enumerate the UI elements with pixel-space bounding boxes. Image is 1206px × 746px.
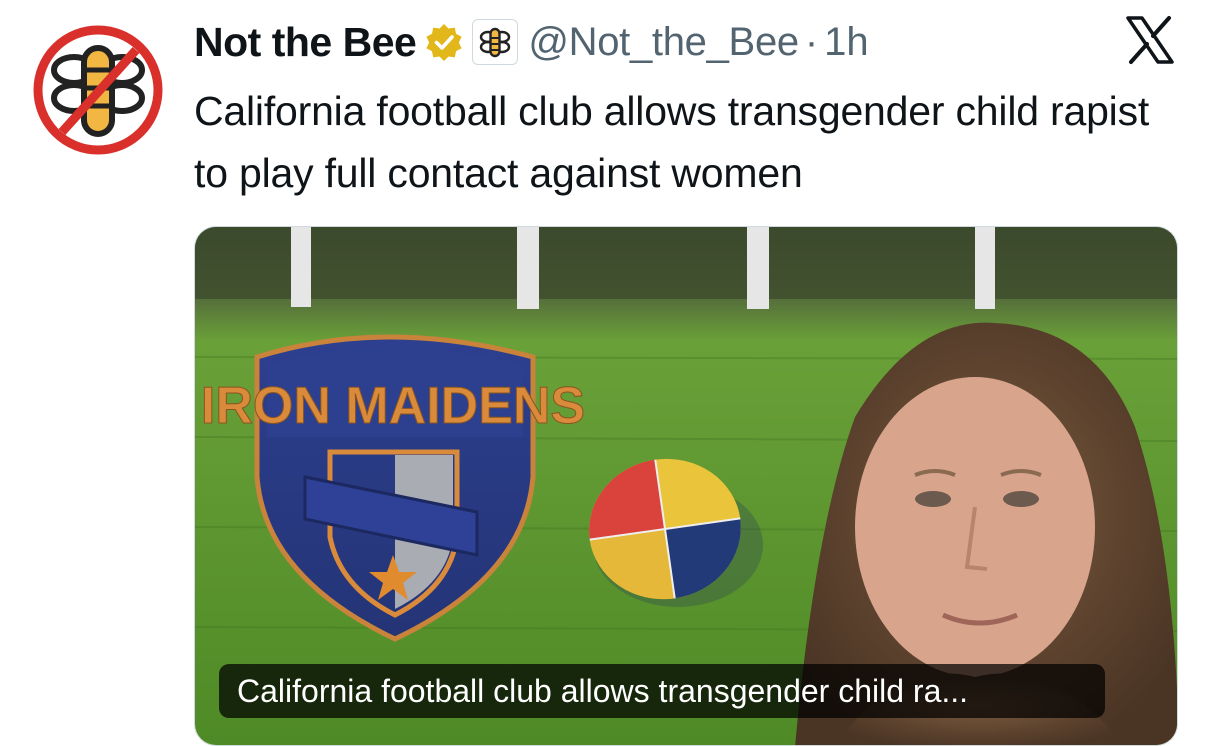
x-logo-icon[interactable] xyxy=(1124,14,1176,66)
affiliate-badge[interactable] xyxy=(472,19,519,65)
tweet-media-card[interactable]: IRON MAIDENS California football club al… xyxy=(194,226,1178,746)
not-the-bee-logo-icon xyxy=(33,25,163,155)
tweet-text: California football club allows transgen… xyxy=(194,88,1150,196)
tweet-header: Not the Bee @Not_the_Bee · 1h xyxy=(194,14,869,70)
tweet-timestamp[interactable]: 1h xyxy=(824,20,869,65)
verified-badge-icon[interactable] xyxy=(424,22,464,62)
iron-maidens-shield-text: IRON MAIDENS xyxy=(201,377,585,435)
media-caption: California football club allows transgen… xyxy=(219,664,1105,718)
author-name[interactable]: Not the Bee xyxy=(194,19,417,66)
separator-dot: · xyxy=(804,19,819,64)
bee-affiliate-icon xyxy=(480,27,511,58)
author-handle[interactable]: @Not_the_Bee xyxy=(528,20,799,65)
author-avatar[interactable] xyxy=(30,22,166,158)
